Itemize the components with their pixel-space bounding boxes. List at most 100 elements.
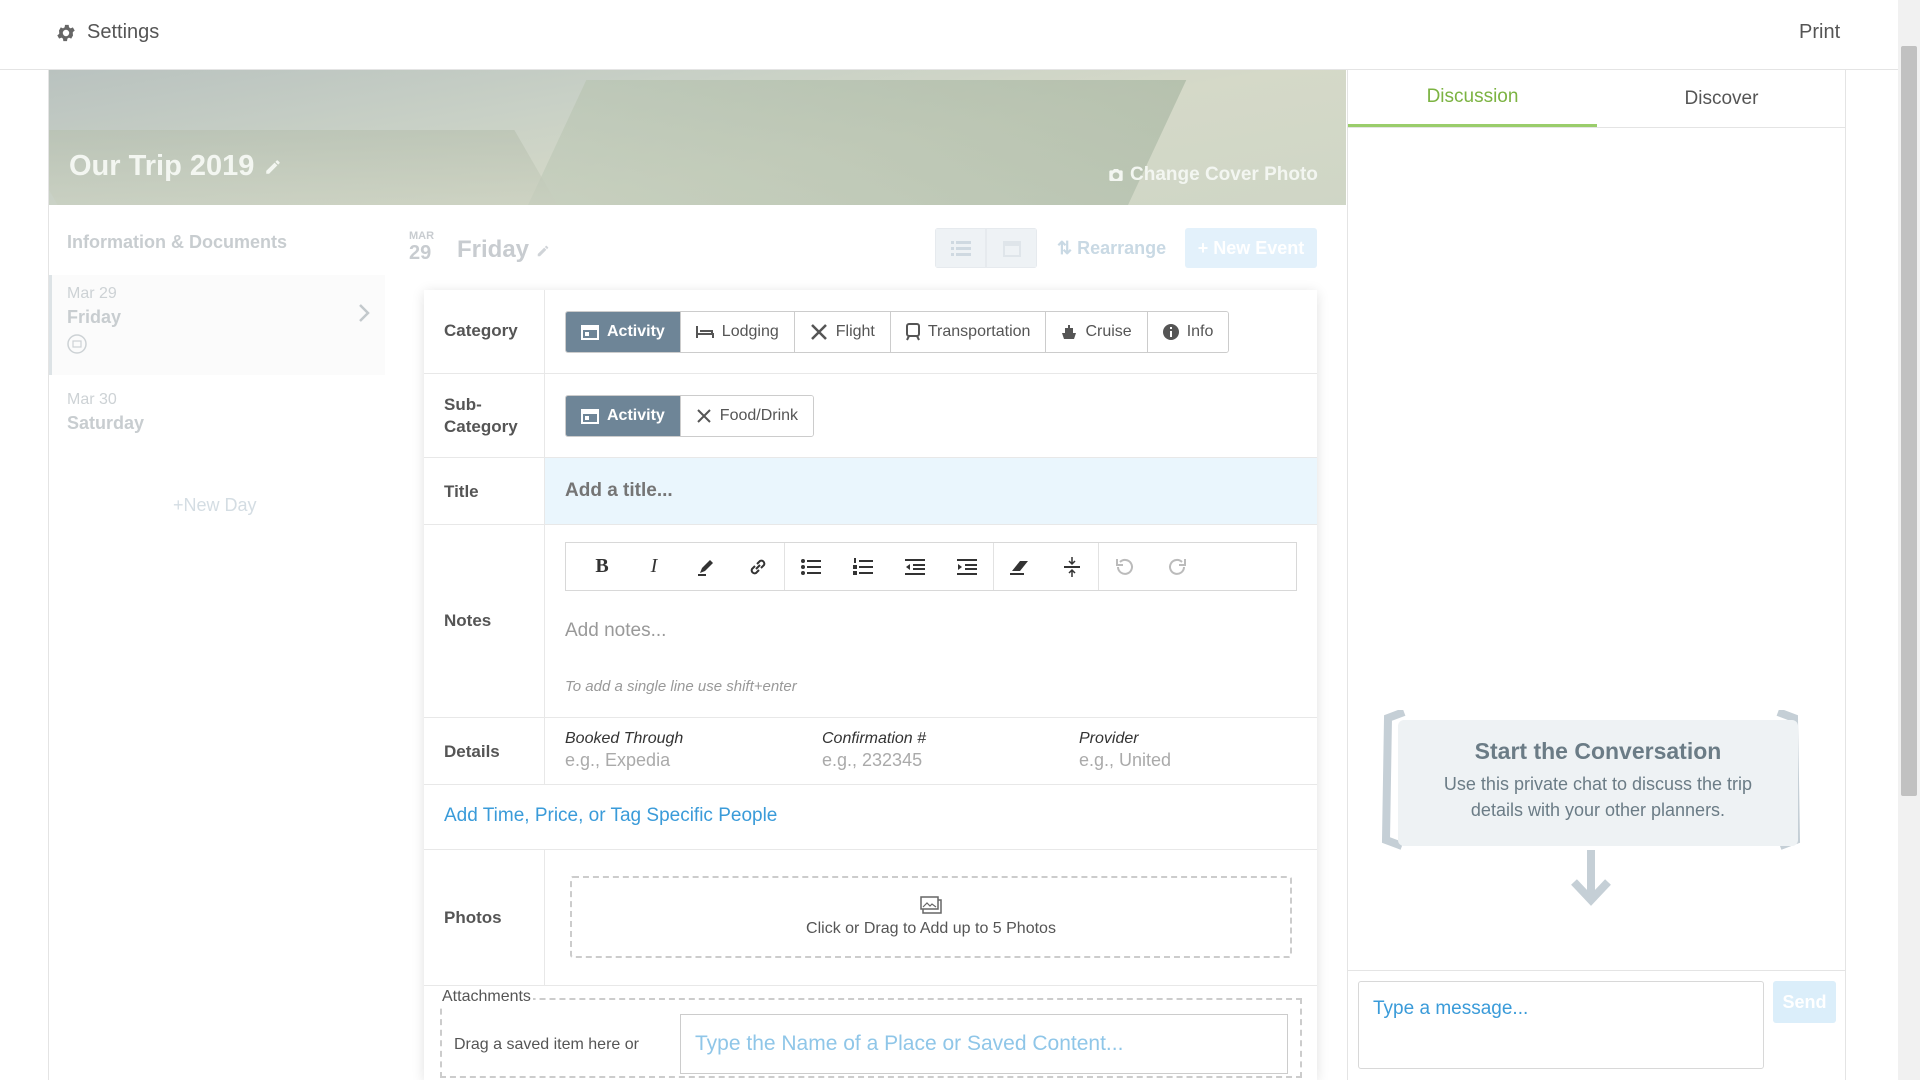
provider-input[interactable]: e.g., United (1079, 750, 1171, 771)
view-toggle (935, 228, 1037, 268)
notes-input[interactable]: Add notes... (565, 620, 666, 642)
list-view-icon[interactable] (935, 228, 986, 268)
conversation-bubble: Start the Conversation Use this private … (1398, 720, 1798, 846)
cover-photo: Our Trip 2019 Change Cover Photo (49, 70, 1346, 205)
column-divider (544, 525, 545, 717)
booked-through-label: Booked Through (565, 730, 684, 747)
bold-icon[interactable]: B (576, 543, 628, 590)
category-label-text: Flight (835, 323, 875, 340)
category-transportation[interactable]: Transportation (890, 312, 1047, 352)
title-input[interactable] (545, 458, 1317, 524)
link-icon[interactable] (732, 543, 784, 590)
scrollbar-thumb[interactable] (1901, 46, 1917, 796)
discussion-panel: Discussion Discover Start the Conversati… (1347, 70, 1846, 1080)
photos-dropzone[interactable]: Click or Drag to Add up to 5 Photos (570, 876, 1292, 958)
plus-icon: + (173, 495, 184, 515)
subcategory-activity[interactable]: Activity (566, 396, 681, 436)
pencil-icon[interactable] (536, 244, 550, 258)
message-input[interactable]: Type a message... (1358, 981, 1764, 1069)
chevron-right-icon[interactable] (358, 303, 370, 323)
italic-icon[interactable]: I (628, 543, 680, 590)
print-button[interactable]: Print (1799, 21, 1840, 44)
cover-mountain-shape (511, 80, 1187, 205)
new-event-label: New Event (1213, 237, 1305, 258)
eraser-icon[interactable] (994, 543, 1046, 590)
category-info[interactable]: Info (1147, 312, 1229, 352)
attachments-label: Attachments (440, 988, 533, 1006)
day-name-text: Friday (457, 236, 530, 263)
trip-title-text: Our Trip 2019 (69, 150, 255, 182)
add-time-price-link[interactable]: Add Time, Price, or Tag Specific People (444, 805, 777, 827)
sidebar-day-name: Friday (67, 307, 122, 327)
details-row: Details Booked Through e.g., Expedia Con… (424, 718, 1317, 785)
category-label-text: Cruise (1085, 323, 1132, 340)
tab-discover[interactable]: Discover (1597, 70, 1846, 127)
outdent-icon[interactable] (889, 543, 941, 590)
category-lodging[interactable]: Lodging (680, 312, 795, 352)
category-activity[interactable]: Activity (566, 312, 681, 352)
notes-label: Notes (444, 611, 492, 630)
conversation-text: Use this private chat to discuss the tri… (1443, 774, 1753, 820)
change-cover-label: Change Cover Photo (1130, 164, 1318, 185)
category-cruise[interactable]: Cruise (1046, 312, 1148, 352)
tab-discussion[interactable]: Discussion (1348, 70, 1597, 127)
attachments-row: Attachments Drag a saved item here or Ty… (424, 986, 1317, 1080)
photos-icon (920, 896, 942, 914)
rearrange-icon: ⇅ (1057, 238, 1078, 258)
settings-button[interactable]: Settings (55, 21, 159, 44)
notes-row: Notes B I Add notes... To add a single l… (424, 525, 1317, 718)
sidebar-day-date: Mar 30 (67, 391, 117, 408)
subcategory-row: Sub- Category Activity Food/Drink (424, 374, 1317, 458)
bullet-list-icon[interactable] (785, 543, 837, 590)
new-day-label: New Day (183, 495, 257, 515)
trip-title[interactable]: Our Trip 2019 (69, 150, 282, 183)
rearrange-button[interactable]: ⇅ Rearrange (1057, 238, 1166, 259)
pencil-icon[interactable] (264, 158, 282, 176)
calendar-badge-icon (67, 334, 121, 354)
category-flight[interactable]: Flight (794, 312, 891, 352)
attachments-dropzone[interactable]: Attachments Drag a saved item here or Ty… (440, 988, 1302, 1078)
days-sidebar: Information & Documents Mar 29 Friday Ma… (49, 205, 385, 1080)
redo-icon[interactable] (1151, 543, 1203, 590)
info-documents-link[interactable]: Information & Documents (67, 232, 287, 253)
gear-icon (55, 22, 77, 44)
sidebar-day-friday[interactable]: Mar 29 Friday (49, 275, 385, 375)
title-row: Title (424, 458, 1317, 525)
subcategory-label: Sub- Category (444, 395, 518, 436)
confirmation-field[interactable]: Confirmation # e.g., 232345 (822, 730, 926, 771)
provider-label: Provider (1079, 730, 1139, 747)
numbered-list-icon[interactable] (837, 543, 889, 590)
photos-label: Photos (444, 908, 502, 927)
title-label: Title (444, 482, 479, 501)
column-divider (544, 374, 545, 457)
booked-through-input[interactable]: e.g., Expedia (565, 750, 683, 771)
attachment-search-input[interactable]: Type the Name of a Place or Saved Conten… (680, 1014, 1288, 1074)
indent-icon[interactable] (941, 543, 993, 590)
plane-icon (810, 323, 828, 341)
camera-icon (1108, 167, 1124, 183)
undo-icon[interactable] (1099, 543, 1151, 590)
day-header: MAR 29 Friday ⇅ Rearrange + New Event (405, 228, 1317, 272)
calendar-view-icon[interactable] (986, 228, 1037, 268)
confirmation-input[interactable]: e.g., 232345 (822, 750, 926, 771)
notes-toolbar: B I (565, 542, 1297, 591)
day-name[interactable]: Friday (457, 236, 550, 264)
new-day-button[interactable]: +New Day (173, 495, 257, 516)
message-composer: Type a message... Send (1348, 970, 1846, 1080)
change-cover-photo-button[interactable]: Change Cover Photo (1108, 164, 1318, 186)
panel-tabs: Discussion Discover (1348, 70, 1846, 128)
subcategory-food-drink[interactable]: Food/Drink (680, 396, 814, 436)
new-event-button[interactable]: + New Event (1185, 228, 1317, 268)
provider-field[interactable]: Provider e.g., United (1079, 730, 1171, 771)
send-button[interactable]: Send (1773, 981, 1836, 1023)
horizontal-rule-icon[interactable] (1046, 543, 1098, 590)
photos-row: Photos Click or Drag to Add up to 5 Phot… (424, 850, 1317, 986)
highlight-icon[interactable] (680, 543, 732, 590)
sidebar-day-saturday[interactable]: Mar 30 Saturday (49, 385, 385, 455)
page-scrollbar[interactable] (1898, 0, 1920, 1080)
photos-drop-text: Click or Drag to Add up to 5 Photos (806, 920, 1056, 937)
ship-icon (1061, 324, 1077, 340)
booked-through-field[interactable]: Booked Through e.g., Expedia (565, 730, 683, 771)
sidebar-day-date: Mar 29 (67, 285, 117, 302)
top-bar: Settings Print (0, 0, 1898, 70)
